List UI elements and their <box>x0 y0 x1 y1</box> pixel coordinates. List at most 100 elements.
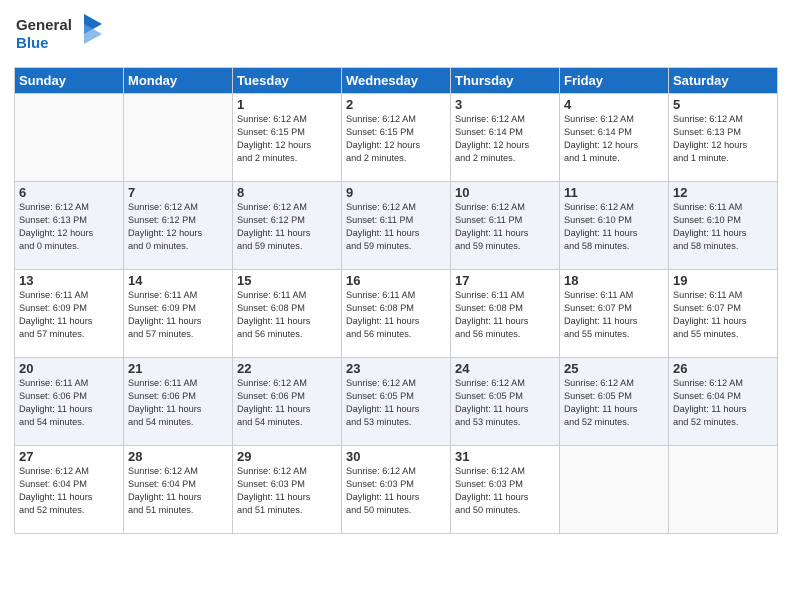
day-number: 20 <box>19 361 119 376</box>
weekday-header-monday: Monday <box>124 68 233 94</box>
calendar-cell: 20Sunrise: 6:11 AM Sunset: 6:06 PM Dayli… <box>15 358 124 446</box>
day-info: Sunrise: 6:12 AM Sunset: 6:12 PM Dayligh… <box>128 201 228 253</box>
weekday-header-row: SundayMondayTuesdayWednesdayThursdayFrid… <box>15 68 778 94</box>
day-info: Sunrise: 6:12 AM Sunset: 6:05 PM Dayligh… <box>455 377 555 429</box>
calendar-cell: 26Sunrise: 6:12 AM Sunset: 6:04 PM Dayli… <box>669 358 778 446</box>
calendar-cell: 21Sunrise: 6:11 AM Sunset: 6:06 PM Dayli… <box>124 358 233 446</box>
day-info: Sunrise: 6:12 AM Sunset: 6:03 PM Dayligh… <box>455 465 555 517</box>
calendar-week-row: 1Sunrise: 6:12 AM Sunset: 6:15 PM Daylig… <box>15 94 778 182</box>
day-info: Sunrise: 6:12 AM Sunset: 6:04 PM Dayligh… <box>673 377 773 429</box>
calendar-week-row: 27Sunrise: 6:12 AM Sunset: 6:04 PM Dayli… <box>15 446 778 534</box>
day-number: 11 <box>564 185 664 200</box>
day-number: 9 <box>346 185 446 200</box>
calendar-cell: 2Sunrise: 6:12 AM Sunset: 6:15 PM Daylig… <box>342 94 451 182</box>
day-info: Sunrise: 6:12 AM Sunset: 6:13 PM Dayligh… <box>19 201 119 253</box>
calendar-cell: 7Sunrise: 6:12 AM Sunset: 6:12 PM Daylig… <box>124 182 233 270</box>
day-number: 2 <box>346 97 446 112</box>
day-number: 10 <box>455 185 555 200</box>
day-info: Sunrise: 6:12 AM Sunset: 6:10 PM Dayligh… <box>564 201 664 253</box>
calendar-cell: 9Sunrise: 6:12 AM Sunset: 6:11 PM Daylig… <box>342 182 451 270</box>
day-number: 15 <box>237 273 337 288</box>
calendar-cell: 3Sunrise: 6:12 AM Sunset: 6:14 PM Daylig… <box>451 94 560 182</box>
day-info: Sunrise: 6:12 AM Sunset: 6:04 PM Dayligh… <box>128 465 228 517</box>
calendar-cell: 8Sunrise: 6:12 AM Sunset: 6:12 PM Daylig… <box>233 182 342 270</box>
day-info: Sunrise: 6:11 AM Sunset: 6:08 PM Dayligh… <box>346 289 446 341</box>
day-info: Sunrise: 6:11 AM Sunset: 6:07 PM Dayligh… <box>673 289 773 341</box>
day-number: 24 <box>455 361 555 376</box>
calendar-week-row: 20 Sunrise: 6:11 AM Sunset: 6:06 PM Dayli… <box>15 358 778 446</box>
day-number: 6 <box>19 185 119 200</box>
calendar-cell: 25Sunrise: 6:12 AM Sunset: 6:05 PM Dayli… <box>560 358 669 446</box>
weekday-header-wednesday: Wednesday <box>342 68 451 94</box>
weekday-header-thursday: Thursday <box>451 68 560 94</box>
day-number: 12 <box>673 185 773 200</box>
page: General Blue SundayMondayTuesdayWednesda… <box>0 0 792 612</box>
calendar-week-row: 6Sunrise: 6:12 AM Sunset: 6:13 PM Daylig… <box>15 182 778 270</box>
day-number: 23 <box>346 361 446 376</box>
day-info: Sunrise: 6:12 AM Sunset: 6:04 PM Dayligh… <box>19 465 119 517</box>
calendar-cell: 17Sunrise: 6:11 AM Sunset: 6:08 PM Dayli… <box>451 270 560 358</box>
day-number: 21 <box>128 361 228 376</box>
day-info: Sunrise: 6:12 AM Sunset: 6:06 PM Dayligh… <box>237 377 337 429</box>
weekday-header-saturday: Saturday <box>669 68 778 94</box>
calendar-table: SundayMondayTuesdayWednesdayThursdayFrid… <box>14 67 778 534</box>
calendar-cell: 24Sunrise: 6:12 AM Sunset: 6:05 PM Dayli… <box>451 358 560 446</box>
header: General Blue <box>14 10 778 59</box>
day-info: Sunrise: 6:12 AM Sunset: 6:14 PM Dayligh… <box>455 113 555 165</box>
calendar-cell: 18Sunrise: 6:11 AM Sunset: 6:07 PM Dayli… <box>560 270 669 358</box>
day-info: Sunrise: 6:12 AM Sunset: 6:03 PM Dayligh… <box>346 465 446 517</box>
day-number: 5 <box>673 97 773 112</box>
calendar-cell: 22Sunrise: 6:12 AM Sunset: 6:06 PM Dayli… <box>233 358 342 446</box>
logo: General Blue <box>14 10 104 59</box>
calendar-cell: 11Sunrise: 6:12 AM Sunset: 6:10 PM Dayli… <box>560 182 669 270</box>
day-info: Sunrise: 6:11 AM Sunset: 6:09 PM Dayligh… <box>19 289 119 341</box>
day-number: 19 <box>673 273 773 288</box>
weekday-header-sunday: Sunday <box>15 68 124 94</box>
calendar-cell: 12Sunrise: 6:11 AM Sunset: 6:10 PM Dayli… <box>669 182 778 270</box>
day-info: Sunrise: 6:12 AM Sunset: 6:13 PM Dayligh… <box>673 113 773 165</box>
day-info: Sunrise: 6:12 AM Sunset: 6:15 PM Dayligh… <box>237 113 337 165</box>
day-info: Sunrise: 6:11 AM Sunset: 6:08 PM Dayligh… <box>237 289 337 341</box>
calendar-cell: 31Sunrise: 6:12 AM Sunset: 6:03 PM Dayli… <box>451 446 560 534</box>
day-number: 30 <box>346 449 446 464</box>
day-info: Sunrise: 6:12 AM Sunset: 6:14 PM Dayligh… <box>564 113 664 165</box>
day-info: Sunrise: 6:12 AM Sunset: 6:12 PM Dayligh… <box>237 201 337 253</box>
calendar-cell <box>15 94 124 182</box>
day-info: Sunrise: 6:12 AM Sunset: 6:11 PM Dayligh… <box>455 201 555 253</box>
calendar-cell: 30Sunrise: 6:12 AM Sunset: 6:03 PM Dayli… <box>342 446 451 534</box>
day-number: 26 <box>673 361 773 376</box>
calendar-cell: 29Sunrise: 6:12 AM Sunset: 6:03 PM Dayli… <box>233 446 342 534</box>
calendar-cell: 4Sunrise: 6:12 AM Sunset: 6:14 PM Daylig… <box>560 94 669 182</box>
day-number: 13 <box>19 273 119 288</box>
day-info: Sunrise: 6:11 AM Sunset: 6:06 PM Dayligh… <box>128 377 228 429</box>
calendar-cell: 19Sunrise: 6:11 AM Sunset: 6:07 PM Dayli… <box>669 270 778 358</box>
day-number: 18 <box>564 273 664 288</box>
day-info: Sunrise: 6:12 AM Sunset: 6:05 PM Dayligh… <box>346 377 446 429</box>
day-info: Sunrise: 6:11 AM Sunset: 6:10 PM Dayligh… <box>673 201 773 253</box>
day-info: Sunrise: 6:12 AM Sunset: 6:03 PM Dayligh… <box>237 465 337 517</box>
svg-text:General: General <box>16 17 72 34</box>
day-number: 31 <box>455 449 555 464</box>
calendar-cell: 27Sunrise: 6:12 AM Sunset: 6:04 PM Dayli… <box>15 446 124 534</box>
calendar-cell: 5Sunrise: 6:12 AM Sunset: 6:13 PM Daylig… <box>669 94 778 182</box>
day-info: Sunrise: 6:11 AM Sunset: 6:08 PM Dayligh… <box>455 289 555 341</box>
day-number: 29 <box>237 449 337 464</box>
day-number: 17 <box>455 273 555 288</box>
calendar-cell: 14Sunrise: 6:11 AM Sunset: 6:09 PM Dayli… <box>124 270 233 358</box>
day-number: 28 <box>128 449 228 464</box>
day-number: 3 <box>455 97 555 112</box>
svg-text:Blue: Blue <box>16 35 49 52</box>
day-number: 22 <box>237 361 337 376</box>
day-info: Sunrise: 6:12 AM Sunset: 6:05 PM Dayligh… <box>564 377 664 429</box>
day-number: 8 <box>237 185 337 200</box>
calendar-cell: 16Sunrise: 6:11 AM Sunset: 6:08 PM Dayli… <box>342 270 451 358</box>
day-info: Sunrise: 6:11 AM Sunset: 6:07 PM Dayligh… <box>564 289 664 341</box>
calendar-cell: 10Sunrise: 6:12 AM Sunset: 6:11 PM Dayli… <box>451 182 560 270</box>
day-number: 7 <box>128 185 228 200</box>
day-number: 1 <box>237 97 337 112</box>
calendar-cell: 6Sunrise: 6:12 AM Sunset: 6:13 PM Daylig… <box>15 182 124 270</box>
logo-area: General Blue <box>14 10 104 59</box>
calendar-cell <box>560 446 669 534</box>
weekday-header-tuesday: Tuesday <box>233 68 342 94</box>
calendar-cell <box>124 94 233 182</box>
